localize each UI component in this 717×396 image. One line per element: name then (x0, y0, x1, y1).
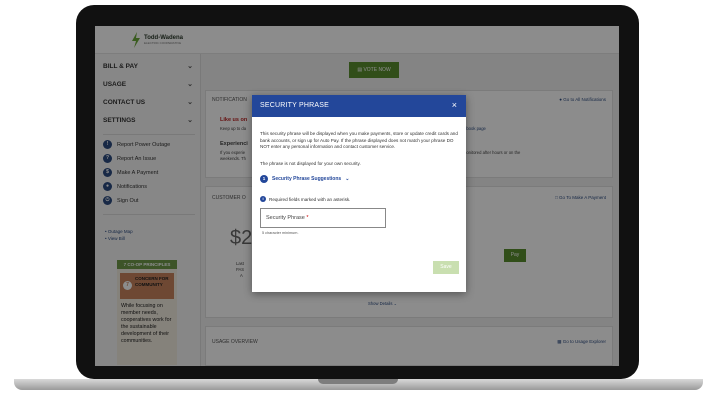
security-phrase-input[interactable]: Security Phrase * (260, 208, 386, 228)
modal-description: This security phrase will be displayed w… (260, 131, 458, 149)
modal-title: SECURITY PHRASE (260, 102, 329, 109)
info-icon: i (260, 196, 266, 202)
security-phrase-label: Security Phrase * (266, 215, 309, 221)
laptop-mockup: Todd-Wadena ELECTRIC COOPERATIVE BILL & … (0, 0, 717, 396)
security-phrase-suggestions-toggle[interactable]: 1 Security Phrase Suggestions ⌄ (260, 175, 349, 183)
save-button[interactable]: Save (433, 261, 459, 274)
laptop-notch (318, 379, 398, 384)
security-phrase-modal: SECURITY PHRASE × This security phrase w… (252, 95, 466, 292)
laptop-screen: Todd-Wadena ELECTRIC COOPERATIVE BILL & … (95, 26, 619, 366)
modal-header: SECURITY PHRASE × (252, 95, 466, 117)
chevron-down-icon: ⌄ (345, 176, 350, 182)
required-asterisk: * (306, 215, 309, 221)
field-helper-text: 5 character minimum. (262, 231, 299, 235)
suggestions-number-icon: 1 (260, 175, 268, 183)
required-fields-note: i Required fields marked with an asteris… (260, 196, 350, 202)
close-icon[interactable]: × (452, 100, 457, 110)
modal-note: The phrase is not displayed for your own… (260, 161, 361, 166)
suggestions-label: Security Phrase Suggestions (272, 176, 342, 182)
